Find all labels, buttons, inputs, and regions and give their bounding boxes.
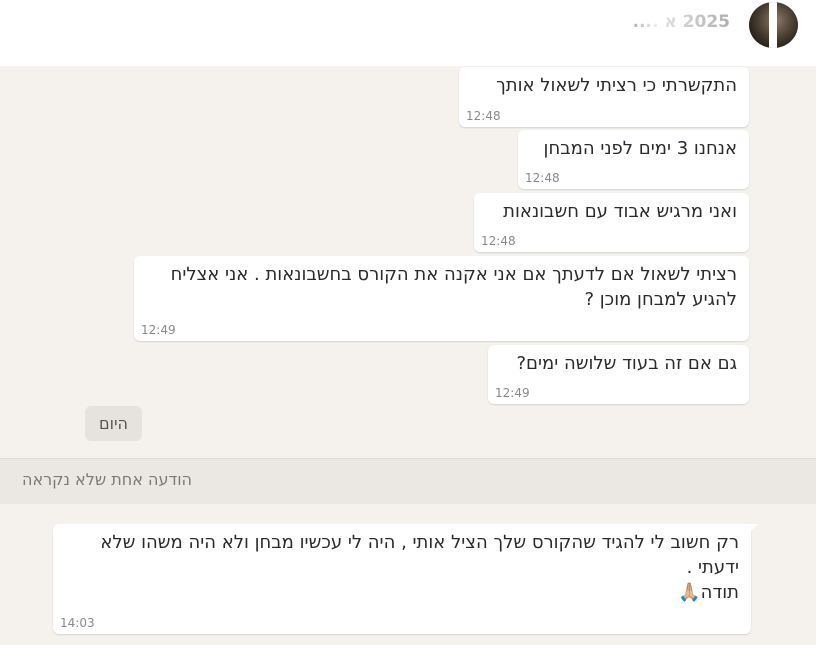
chat-header: 2025 א .... bbox=[0, 0, 816, 66]
message-bubble[interactable]: גם אם זה בעוד שלושה ימים? 12:49 bbox=[488, 345, 749, 404]
message-bubble[interactable]: התקשרתי כי רציתי לשאול אותך 12:48 bbox=[459, 67, 749, 127]
message-bubble[interactable]: ואני מרגיש אבוד עם חשבונאות 12:48 bbox=[474, 193, 749, 252]
message-text: רציתי לשאול אם לדעתך אם אני אקנה את הקור… bbox=[164, 264, 737, 310]
avatar[interactable] bbox=[749, 2, 798, 48]
message-time: 12:48 bbox=[481, 234, 516, 248]
message-text: גם אם זה בעוד שלושה ימים? bbox=[516, 353, 737, 374]
message-text: אנחנו 3 ימים לפני המבחן bbox=[543, 138, 737, 159]
message-time: 14:03 bbox=[60, 616, 95, 630]
unread-label: הודעה אחת שלא נקראה bbox=[22, 470, 192, 489]
message-bubble[interactable]: רציתי לשאול אם לדעתך אם אני אקנה את הקור… bbox=[134, 256, 749, 341]
message-time: 12:48 bbox=[525, 171, 560, 185]
day-divider: היום bbox=[85, 406, 142, 441]
unread-divider: הודעה אחת שלא נקראה bbox=[0, 458, 816, 504]
incoming-message-bubble[interactable]: רק חשוב לי להגיד שהקורס שלך הציל אותי , … bbox=[53, 524, 751, 634]
message-time: 12:48 bbox=[466, 109, 501, 123]
message-text: רק חשוב לי להגיד שהקורס שלך הציל אותי , … bbox=[94, 532, 739, 578]
message-text: ואני מרגיש אבוד עם חשבונאות bbox=[503, 201, 737, 222]
message-time: 12:49 bbox=[495, 386, 530, 400]
message-time: 12:49 bbox=[141, 323, 176, 337]
bubble-tail bbox=[748, 524, 758, 534]
title-redaction bbox=[600, 10, 735, 38]
message-bubble[interactable]: אנחנו 3 ימים לפני המבחן 12:48 bbox=[518, 130, 749, 189]
message-text: התקשרתי כי רציתי לשאול אותך bbox=[496, 75, 737, 96]
message-thanks: תודה🙏🏼 bbox=[678, 582, 739, 603]
